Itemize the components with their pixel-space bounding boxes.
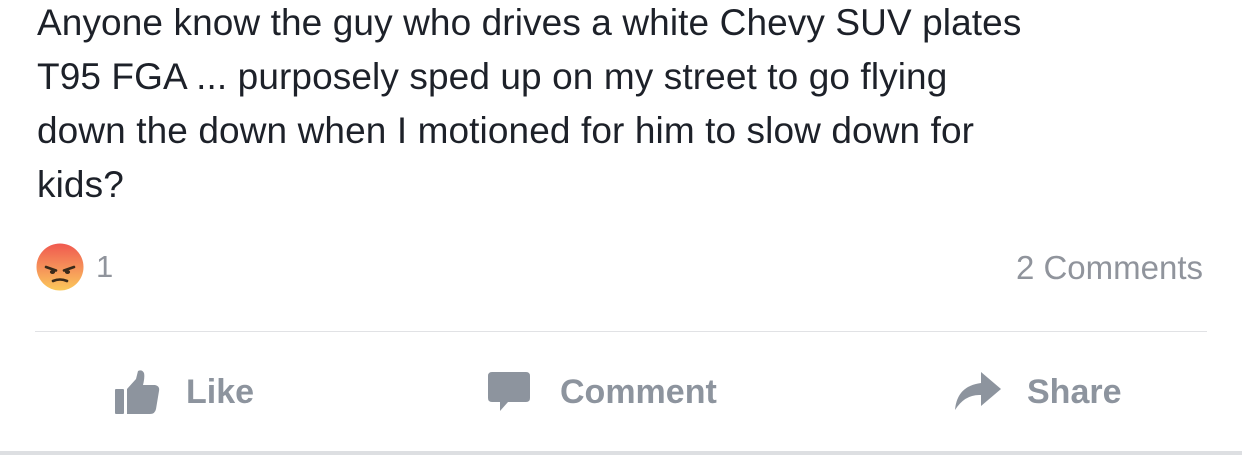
like-button[interactable]: Like bbox=[114, 360, 254, 424]
reaction-count: 1 bbox=[96, 249, 114, 284]
angry-reaction-icon bbox=[36, 243, 84, 291]
comment-button[interactable]: Comment bbox=[488, 360, 717, 424]
share-label: Share bbox=[1027, 373, 1122, 411]
comment-bubble-icon bbox=[488, 372, 530, 411]
comment-label: Comment bbox=[560, 373, 717, 411]
divider bbox=[35, 331, 1207, 332]
post-text-line: Anyone know the guy who drives a white C… bbox=[37, 2, 1022, 43]
post-text-line: T95 FGA ... purposely sped up on my stre… bbox=[37, 56, 948, 97]
reactions-summary[interactable]: 1 bbox=[36, 243, 113, 291]
action-bar: Like Comment Share bbox=[0, 360, 1242, 424]
bottom-border bbox=[0, 451, 1242, 455]
post-text-line: down the down when I motioned for him to… bbox=[37, 110, 975, 151]
post-text: Anyone know the guy who drives a white C… bbox=[37, 0, 1217, 212]
share-arrow-icon bbox=[955, 372, 1001, 410]
share-button[interactable]: Share bbox=[953, 360, 1122, 424]
thumbs-up-icon bbox=[115, 370, 160, 414]
comments-count-link[interactable]: 2 Comments bbox=[1016, 246, 1203, 290]
like-label: Like bbox=[186, 373, 255, 411]
post-text-line: kids? bbox=[37, 164, 124, 205]
